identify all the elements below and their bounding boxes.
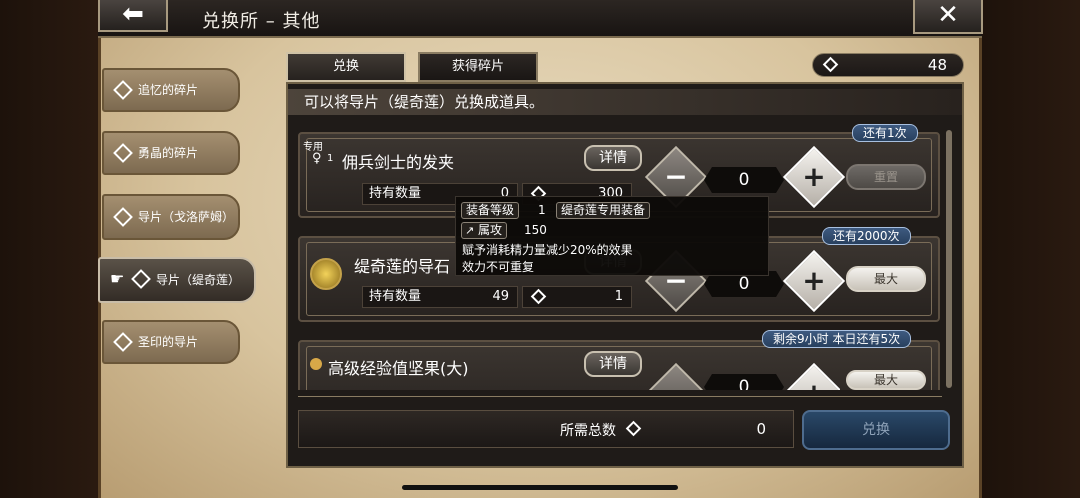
max-button[interactable]: 最大 bbox=[846, 266, 926, 292]
sidebar-item-guide-tikilen[interactable]: ☛ 导片（缇奇莲） bbox=[98, 257, 256, 303]
cost-value: 1 bbox=[614, 289, 623, 304]
sidebar-item-label: 导片（缇奇莲） bbox=[156, 273, 241, 287]
currency-value: 48 bbox=[927, 56, 947, 74]
back-arrow-icon: ⬅ bbox=[122, 0, 144, 29]
reset-button[interactable]: 重置 bbox=[846, 164, 926, 190]
guide-stone-icon bbox=[310, 258, 342, 290]
remaining-count-badge: 还有1次 bbox=[852, 124, 918, 142]
total-label: 所需总数 bbox=[560, 423, 616, 439]
plus-icon: + bbox=[802, 160, 826, 193]
tooltip-desc-line2: 效力不可重复 bbox=[462, 260, 535, 274]
right-frame bbox=[980, 0, 1080, 498]
max-button[interactable]: 最大 bbox=[846, 370, 926, 390]
scrollbar[interactable] bbox=[946, 130, 952, 388]
quantity-display: 0 bbox=[704, 167, 784, 193]
divider bbox=[298, 396, 942, 397]
remaining-count-badge: 剩余9小时 本日还有5次 bbox=[762, 330, 912, 348]
item-name: 高级经验值坚果(大) bbox=[328, 359, 469, 378]
plus-icon: + bbox=[802, 264, 826, 297]
attribute-icon: ↗ bbox=[465, 224, 475, 237]
holding-label: 持有数量 bbox=[369, 186, 422, 201]
holding-value: 49 bbox=[492, 289, 509, 304]
diamond-icon bbox=[113, 332, 133, 352]
diamond-icon bbox=[113, 80, 133, 100]
left-frame bbox=[0, 0, 98, 498]
sidebar-item-guide-golossam[interactable]: 导片（戈洛萨姆） bbox=[102, 194, 240, 240]
nut-icon bbox=[310, 358, 322, 370]
cost-display: 1 bbox=[522, 286, 632, 308]
total-bar bbox=[298, 410, 794, 448]
attribute-label: ↗ 属攻 bbox=[461, 222, 508, 239]
minus-icon: − bbox=[654, 372, 698, 390]
currency-counter: 48 bbox=[812, 53, 964, 77]
close-button[interactable]: ✕ bbox=[913, 0, 983, 34]
diamond-icon bbox=[113, 143, 133, 163]
diamond-icon bbox=[530, 288, 547, 305]
home-indicator bbox=[402, 485, 678, 490]
total-value: 0 bbox=[756, 420, 766, 438]
close-icon: ✕ bbox=[937, 0, 959, 30]
item-name: 佣兵剑士的发夹 bbox=[342, 153, 455, 172]
back-button[interactable]: ⬅ bbox=[98, 0, 168, 32]
sidebar-item-label: 导片（戈洛萨姆） bbox=[138, 210, 235, 224]
sidebar-item-label: 圣印的导片 bbox=[138, 335, 199, 349]
minus-icon: − bbox=[664, 160, 688, 193]
sidebar-item-seal-guide[interactable]: 圣印的导片 bbox=[102, 320, 240, 364]
item-type-icon: ♀ bbox=[312, 151, 322, 166]
diamond-icon bbox=[822, 56, 839, 73]
equipment-tooltip: 装备等级 1 缇奇莲专用装备 ↗ 属攻 150 赋予消耗精力量减少20%的效果 … bbox=[455, 196, 769, 276]
detail-button[interactable]: 详情 bbox=[584, 145, 642, 171]
sidebar-item-brave-crystal-fragments[interactable]: 勇晶的碎片 bbox=[102, 131, 240, 175]
sidebar-item-memory-fragments[interactable]: 追忆的碎片 bbox=[102, 68, 240, 112]
diamond-icon bbox=[113, 207, 133, 227]
equip-type-tag: 缇奇莲专用装备 bbox=[556, 202, 651, 219]
holding-label: 持有数量 bbox=[369, 289, 422, 304]
plus-icon: + bbox=[792, 372, 836, 390]
panel-header: 可以将导片（缇奇莲）兑换成道具。 bbox=[288, 89, 962, 115]
equip-level-value: 1 bbox=[538, 203, 546, 217]
exchange-button[interactable]: 兑换 bbox=[802, 410, 950, 450]
tab-obtain-fragments[interactable]: 获得碎片 bbox=[418, 52, 538, 82]
equip-level-label: 装备等级 bbox=[461, 202, 520, 219]
quantity-display: 0 bbox=[704, 374, 784, 390]
page-title: 兑换所 – 其他 bbox=[202, 11, 321, 32]
tooltip-desc-line1: 赋予消耗精力量减少20%的效果 bbox=[462, 243, 633, 257]
item-level: 1 bbox=[327, 153, 334, 164]
item3-controls-clip: − 0 + bbox=[640, 360, 840, 390]
attribute-label-text: 属攻 bbox=[478, 223, 503, 237]
holding-count: 持有数量 49 bbox=[362, 286, 518, 308]
detail-button[interactable]: 详情 bbox=[584, 351, 642, 377]
sidebar-item-label: 追忆的碎片 bbox=[138, 83, 199, 97]
diamond-icon bbox=[131, 269, 151, 289]
item-name: 缇奇莲的导石 bbox=[354, 257, 451, 276]
attribute-value: 150 bbox=[524, 223, 547, 237]
remaining-count-badge: 还有2000次 bbox=[822, 227, 911, 245]
pointing-hand-icon: ☛ bbox=[110, 269, 125, 288]
tab-exchange[interactable]: 兑换 bbox=[286, 52, 406, 82]
sidebar-item-label: 勇晶的碎片 bbox=[138, 146, 199, 160]
